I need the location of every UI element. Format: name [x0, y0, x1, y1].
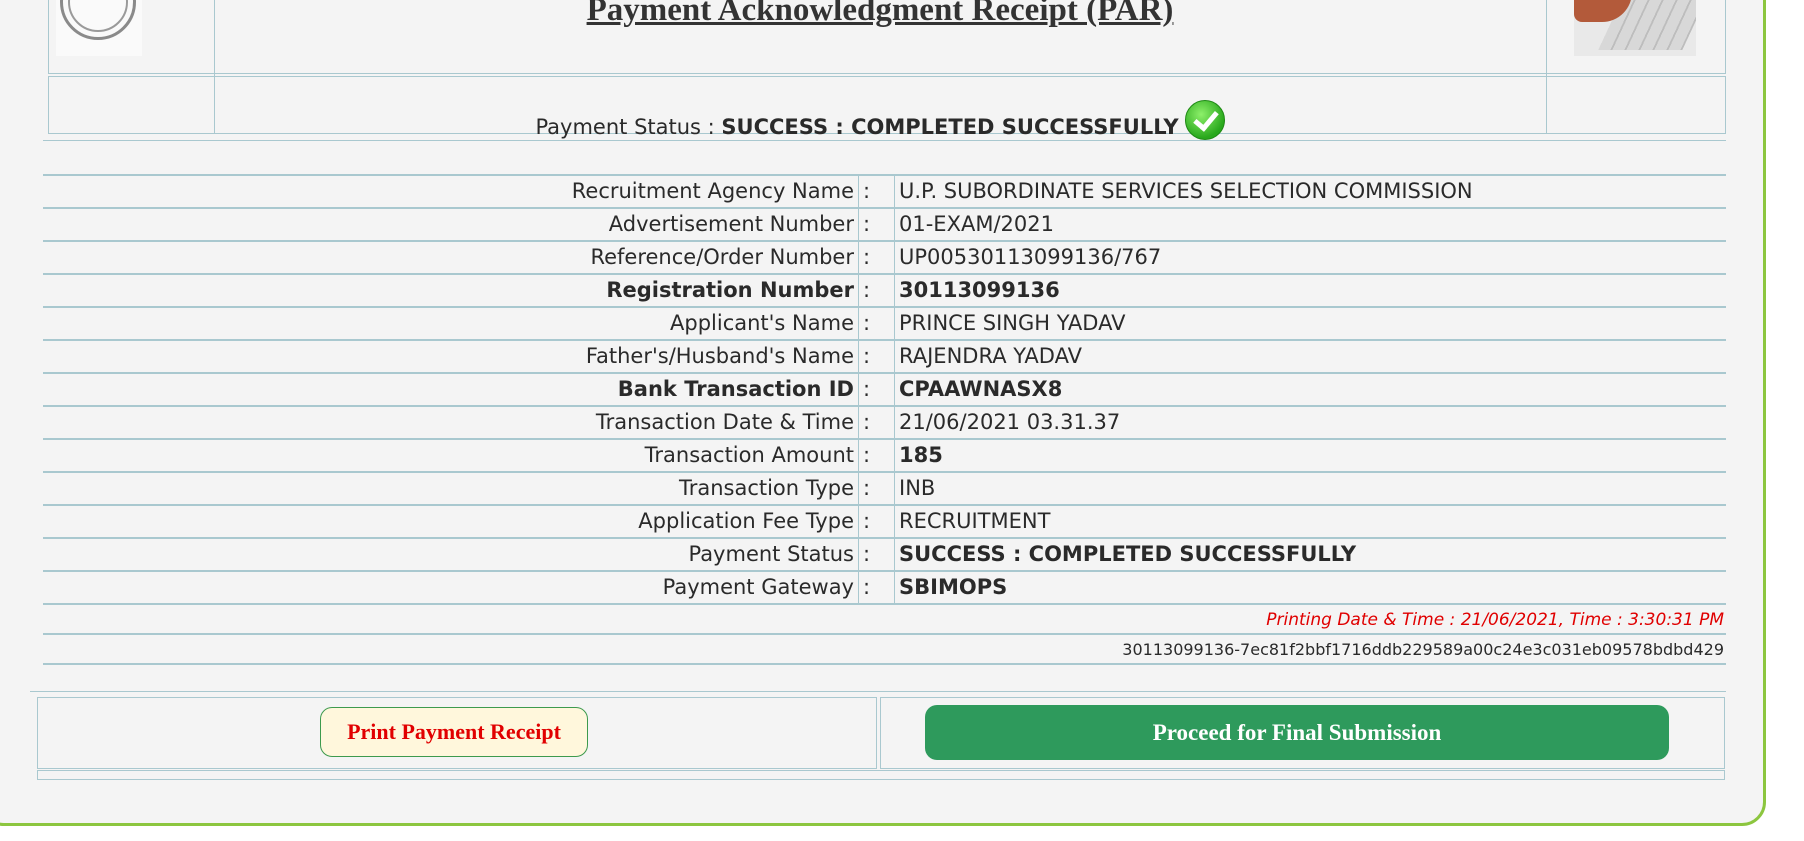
detail-value: PRINCE SINGH YADAV: [899, 311, 1126, 335]
detail-row: Application Fee Type: RECRUITMENT: [43, 506, 1726, 539]
detail-label: Payment Gateway: [43, 572, 859, 603]
detail-label: Registration Number: [43, 275, 859, 306]
detail-value: INB: [899, 476, 936, 500]
detail-separator: :: [859, 440, 895, 471]
detail-row: Transaction Date & Time:21/06/2021 03.31…: [43, 407, 1726, 440]
detail-label: Transaction Amount: [43, 440, 859, 471]
detail-value: CPAAWNASX8: [899, 377, 1063, 401]
printing-datetime: Printing Date & Time : 21/06/2021, Time …: [43, 605, 1726, 635]
detail-row: Transaction Type: INB: [43, 473, 1726, 506]
detail-separator: :: [859, 374, 895, 405]
detail-value: 30113099136: [899, 278, 1060, 302]
detail-label: Recruitment Agency Name: [43, 176, 859, 207]
status-prefix: Payment Status :: [535, 115, 722, 139]
detail-label: Transaction Date & Time: [43, 407, 859, 438]
detail-label: Advertisement Number: [43, 209, 859, 240]
detail-separator: :: [859, 209, 895, 240]
detail-label: Payment Status: [43, 539, 859, 570]
header-payment-status: Payment Status : SUCCESS : COMPLETED SUC…: [215, 100, 1545, 140]
detail-row: Advertisement Number:01-EXAM/2021: [43, 209, 1726, 242]
detail-separator: :: [859, 572, 895, 603]
detail-separator: :: [859, 176, 895, 207]
spacer-line: [43, 140, 1726, 141]
buttons-bottom-strip: [37, 770, 1725, 780]
detail-row: Payment Gateway: SBIMOPS: [43, 572, 1726, 605]
detail-label: Applicant's Name: [43, 308, 859, 339]
detail-row: Father's/Husband's Name: RAJENDRA YADAV: [43, 341, 1726, 374]
detail-value: SBIMOPS: [899, 575, 1008, 599]
detail-label: Transaction Type: [43, 473, 859, 504]
detail-label: Application Fee Type: [43, 506, 859, 537]
keyboard-payment-image: [1574, 0, 1696, 56]
detail-row: Bank Transaction ID: CPAAWNASX8: [43, 374, 1726, 407]
detail-separator: :: [859, 275, 895, 306]
receipt-details-table: Recruitment Agency Name: U.P. SUBORDINATE…: [43, 174, 1726, 665]
proceed-final-submission-button[interactable]: Proceed for Final Submission: [925, 705, 1669, 760]
detail-label: Father's/Husband's Name: [43, 341, 859, 372]
detail-row: Applicant's Name: PRINCE SINGH YADAV: [43, 308, 1726, 341]
print-payment-receipt-button[interactable]: Print Payment Receipt: [320, 707, 588, 757]
page-title: Payment Acknowledgment Receipt (PAR): [586, 0, 1174, 28]
detail-value: U.P. SUBORDINATE SERVICES SELECTION COMM…: [899, 179, 1473, 203]
state-emblem-logo: [56, 0, 142, 56]
detail-row: Registration Number:30113099136: [43, 275, 1726, 308]
detail-label: Reference/Order Number: [43, 242, 859, 273]
receipt-hash: 30113099136-7ec81f2bbf1716ddb229589a00c2…: [43, 635, 1726, 665]
detail-row: Recruitment Agency Name: U.P. SUBORDINATE…: [43, 176, 1726, 209]
detail-separator: :: [859, 506, 895, 537]
detail-separator: :: [859, 308, 895, 339]
detail-row: Transaction Amount:185: [43, 440, 1726, 473]
detail-value: UP00530113099136/767: [899, 245, 1162, 269]
detail-separator: :: [859, 242, 895, 273]
status-value: SUCCESS : COMPLETED SUCCESSFULLY: [721, 115, 1179, 139]
detail-value: SUCCESS : COMPLETED SUCCESSFULLY: [899, 542, 1357, 566]
detail-value: 185: [899, 443, 943, 467]
detail-label: Bank Transaction ID: [43, 374, 859, 405]
detail-row: Payment Status: SUCCESS : COMPLETED SUCCE…: [43, 539, 1726, 572]
detail-separator: :: [859, 407, 895, 438]
buttons-top-line: [30, 691, 1726, 692]
detail-value: RAJENDRA YADAV: [899, 344, 1082, 368]
detail-value: 21/06/2021 03.31.37: [899, 410, 1121, 434]
check-circle-icon: [1184, 100, 1225, 140]
detail-separator: :: [859, 473, 895, 504]
detail-row: Reference/Order Number: UP00530113099136/…: [43, 242, 1726, 275]
detail-separator: :: [859, 539, 895, 570]
detail-value: 01-EXAM/2021: [899, 212, 1054, 236]
detail-value: RECRUITMENT: [899, 509, 1051, 533]
detail-separator: :: [859, 341, 895, 372]
